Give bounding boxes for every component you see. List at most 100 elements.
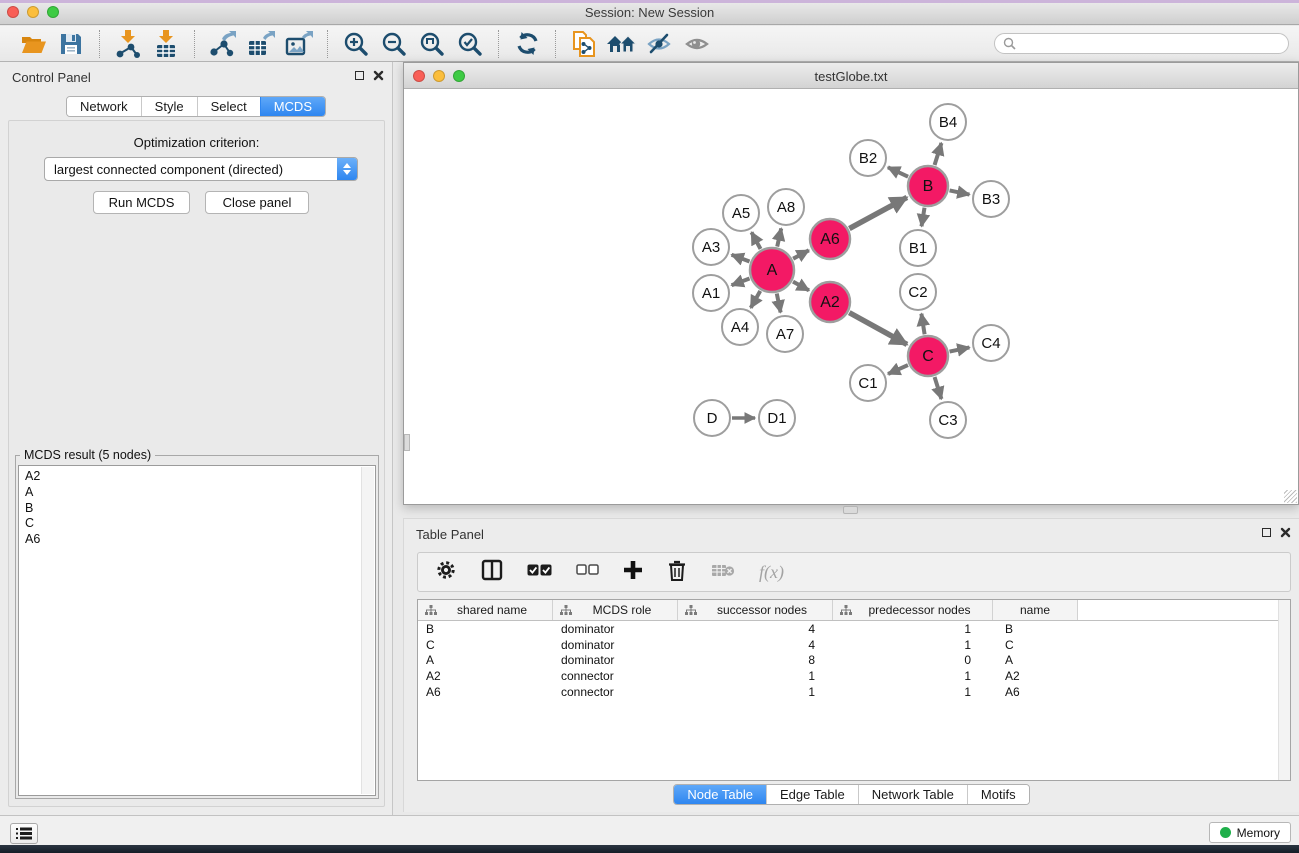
edge-A-A1[interactable] — [732, 278, 750, 285]
cell-MCDS-role[interactable]: dominator — [553, 653, 678, 667]
run-mcds-button[interactable]: Run MCDS — [93, 191, 190, 214]
search-field[interactable] — [994, 33, 1289, 54]
tab-network[interactable]: Network — [67, 97, 141, 116]
edge-A-A8[interactable] — [777, 228, 781, 246]
refresh-layout-button[interactable] — [508, 29, 546, 59]
network-graph[interactable]: AA6A2BCB4B2B3B1A5A8A3A1A4A7C2C4C1C3DD1 — [404, 89, 1298, 504]
cell-MCDS-role[interactable]: dominator — [553, 638, 678, 652]
node-A[interactable]: A — [750, 248, 794, 292]
node-A3[interactable]: A3 — [693, 229, 729, 265]
node-C1[interactable]: C1 — [850, 365, 886, 401]
show-panel-button[interactable] — [679, 29, 717, 59]
table-scrollbar[interactable] — [1278, 600, 1290, 780]
cell-predecessor-nodes[interactable]: 0 — [833, 653, 993, 667]
zoom-selected-button[interactable] — [451, 29, 489, 59]
node-A8[interactable]: A8 — [768, 189, 804, 225]
clone-network-button[interactable] — [565, 29, 603, 59]
cell-name[interactable]: C — [993, 638, 1078, 652]
cell-shared-name[interactable]: A6 — [418, 685, 553, 699]
tab-select[interactable]: Select — [197, 97, 260, 116]
node-B2[interactable]: B2 — [850, 140, 886, 176]
table-row[interactable]: Cdominator41C — [418, 637, 1290, 653]
tab-node-table[interactable]: Node Table — [674, 785, 766, 804]
delete-column-button[interactable] — [667, 559, 687, 586]
import-table-button[interactable] — [147, 29, 185, 59]
edge-C-C2[interactable] — [921, 314, 924, 335]
column-header-MCDS-role[interactable]: MCDS role — [553, 600, 678, 620]
hide-panel-button[interactable] — [641, 29, 679, 59]
cell-MCDS-role[interactable]: connector — [553, 685, 678, 699]
tab-network-table[interactable]: Network Table — [858, 785, 967, 804]
edge-B-B4[interactable] — [935, 143, 942, 165]
edge-A2-C[interactable] — [849, 313, 907, 345]
cell-successor-nodes[interactable]: 1 — [678, 685, 833, 699]
zoom-in-button[interactable] — [337, 29, 375, 59]
cell-shared-name[interactable]: A2 — [418, 669, 553, 683]
node-B4[interactable]: B4 — [930, 104, 966, 140]
edge-A-A3[interactable] — [732, 255, 750, 262]
edge-C-C4[interactable] — [950, 347, 970, 351]
float-panel-icon[interactable] — [355, 71, 364, 80]
node-B1[interactable]: B1 — [900, 230, 936, 266]
open-session-button[interactable] — [14, 29, 52, 59]
table-row[interactable]: A2connector11A2 — [418, 668, 1290, 684]
optimization-criterion-select[interactable]: largest connected component (directed) — [44, 157, 358, 181]
tab-mcds[interactable]: MCDS — [260, 97, 325, 116]
task-history-button[interactable] — [10, 823, 38, 844]
edge-B-B2[interactable] — [888, 167, 908, 176]
window-bottom-handle[interactable] — [843, 506, 858, 514]
show-columns-button[interactable] — [481, 559, 503, 586]
node-D1[interactable]: D1 — [759, 400, 795, 436]
cell-successor-nodes[interactable]: 8 — [678, 653, 833, 667]
export-table-button[interactable] — [242, 29, 280, 59]
edge-C-C3[interactable] — [935, 377, 942, 399]
edge-C-C1[interactable] — [888, 365, 908, 374]
cell-name[interactable]: A6 — [993, 685, 1078, 699]
node-A1[interactable]: A1 — [693, 275, 729, 311]
tab-style[interactable]: Style — [141, 97, 197, 116]
select-all-button[interactable] — [527, 563, 552, 582]
cell-successor-nodes[interactable]: 4 — [678, 638, 833, 652]
node-A4[interactable]: A4 — [722, 309, 758, 345]
close-table-panel-icon[interactable] — [1280, 527, 1291, 538]
export-image-button[interactable] — [280, 29, 318, 59]
cell-successor-nodes[interactable]: 4 — [678, 622, 833, 636]
mcds-result-list[interactable]: A2ABCA6 — [18, 465, 376, 796]
zoom-fit-button[interactable] — [413, 29, 451, 59]
column-header-successor-nodes[interactable]: successor nodes — [678, 600, 833, 620]
cell-name[interactable]: B — [993, 622, 1078, 636]
search-input[interactable] — [1021, 37, 1280, 51]
deselect-all-button[interactable] — [576, 563, 599, 581]
network-window-titlebar[interactable]: testGlobe.txt — [404, 63, 1298, 89]
cell-MCDS-role[interactable]: connector — [553, 669, 678, 683]
network-canvas[interactable]: AA6A2BCB4B2B3B1A5A8A3A1A4A7C2C4C1C3DD1 — [404, 89, 1298, 504]
node-A5[interactable]: A5 — [723, 195, 759, 231]
mcds-result-item[interactable]: C — [25, 516, 375, 532]
save-session-button[interactable] — [52, 29, 90, 59]
node-D[interactable]: D — [694, 400, 730, 436]
tab-edge-table[interactable]: Edge Table — [766, 785, 858, 804]
cell-predecessor-nodes[interactable]: 1 — [833, 669, 993, 683]
edge-A-A6[interactable] — [793, 250, 809, 258]
cell-successor-nodes[interactable]: 1 — [678, 669, 833, 683]
node-B[interactable]: B — [908, 166, 948, 206]
tab-motifs[interactable]: Motifs — [967, 785, 1029, 804]
column-header-name[interactable]: name — [993, 600, 1078, 620]
node-B3[interactable]: B3 — [973, 181, 1009, 217]
memory-button[interactable]: Memory — [1209, 822, 1291, 843]
table-row[interactable]: Adominator80A — [418, 652, 1290, 668]
cell-shared-name[interactable]: A — [418, 653, 553, 667]
node-C3[interactable]: C3 — [930, 402, 966, 438]
edge-B-B1[interactable] — [922, 208, 925, 227]
home-pages-button[interactable] — [603, 29, 641, 59]
node-A6[interactable]: A6 — [810, 219, 850, 259]
mcds-result-item[interactable]: B — [25, 501, 375, 517]
node-A7[interactable]: A7 — [767, 316, 803, 352]
edge-B-B3[interactable] — [950, 190, 970, 194]
table-settings-button[interactable] — [435, 559, 457, 586]
cell-MCDS-role[interactable]: dominator — [553, 622, 678, 636]
edge-A-A4[interactable] — [751, 291, 760, 308]
edge-A-A2[interactable] — [793, 282, 809, 291]
mcds-result-item[interactable]: A2 — [25, 469, 375, 485]
node-C4[interactable]: C4 — [973, 325, 1009, 361]
